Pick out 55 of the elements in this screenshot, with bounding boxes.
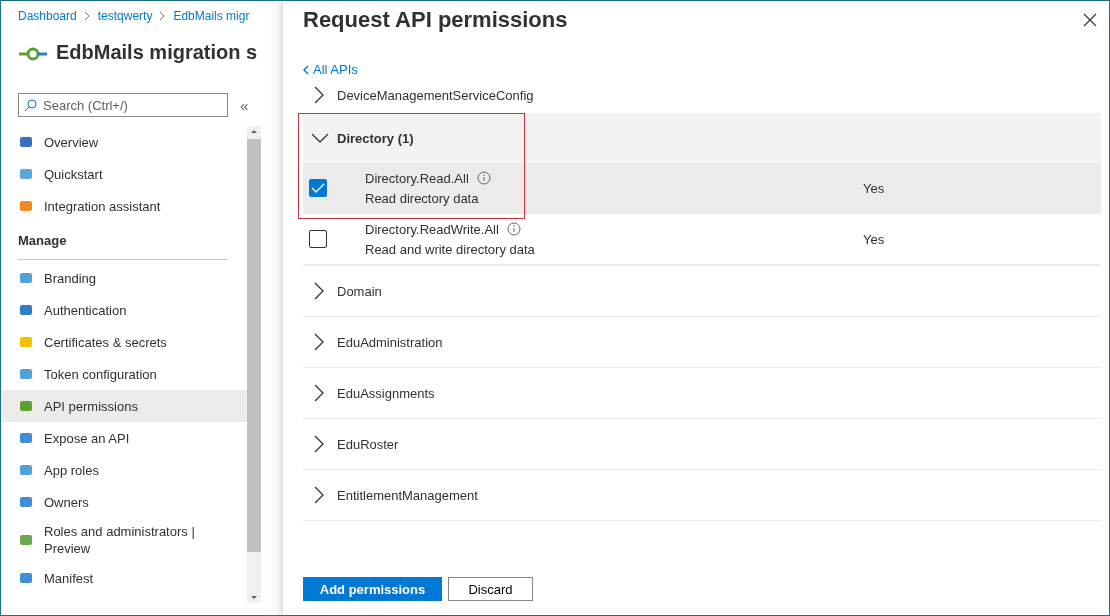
- chevron-right-icon: [313, 86, 325, 104]
- nav-item[interactable]: Authentication: [1, 294, 247, 326]
- chevron-down-icon: [311, 132, 329, 144]
- chevron-right-icon: [313, 435, 325, 453]
- info-icon[interactable]: [506, 222, 521, 236]
- breadcrumb-link[interactable]: EdbMails migr: [173, 9, 250, 23]
- nav-item[interactable]: App roles: [1, 454, 247, 486]
- add-permissions-button[interactable]: Add permissions: [303, 577, 442, 601]
- scroll-up-icon[interactable]: [250, 129, 258, 134]
- app-title: EdbMails migration s: [56, 40, 258, 64]
- back-link[interactable]: All APIs: [303, 62, 1109, 77]
- permission-description: Read and write directory data: [365, 241, 536, 257]
- discard-button[interactable]: Discard: [448, 577, 533, 601]
- group-header[interactable]: EduAssignments: [303, 368, 1101, 418]
- chevron-right-icon: [313, 333, 325, 351]
- chevron-icon: [159, 11, 167, 21]
- checkbox[interactable]: [309, 179, 327, 197]
- group-header[interactable]: EduAdministration: [303, 317, 1101, 367]
- checkbox[interactable]: [309, 230, 327, 248]
- nav-item[interactable]: API permissions: [1, 390, 247, 422]
- nav-item[interactable]: Manifest: [1, 562, 247, 594]
- group-header[interactable]: DeviceManagementServiceConfig: [303, 77, 1101, 113]
- admin-consent-value: Yes: [863, 180, 885, 196]
- nav-item[interactable]: Overview: [1, 126, 247, 158]
- permission-name: Directory.ReadWrite.All: [365, 221, 499, 237]
- permission-description: Read directory data: [365, 190, 480, 206]
- search-icon: [24, 99, 37, 112]
- search-field[interactable]: Search (Ctrl+/): [18, 93, 228, 117]
- permission-name: Directory.Read.All: [365, 170, 469, 186]
- nav-item[interactable]: Expose an API: [1, 422, 247, 454]
- group-header[interactable]: Directory (1): [303, 113, 1101, 163]
- panel-title: Request API permissions: [303, 7, 568, 34]
- scroll-down-icon[interactable]: [250, 595, 258, 600]
- group-header[interactable]: EntitlementManagement: [303, 470, 1101, 520]
- nav-item[interactable]: Quickstart: [1, 158, 247, 190]
- chevron-right-icon: [313, 384, 325, 402]
- scrollbar[interactable]: [247, 126, 261, 603]
- nav-item[interactable]: Branding: [1, 262, 247, 294]
- nav-item[interactable]: Certificates & secrets: [1, 326, 247, 358]
- group-header[interactable]: Domain: [303, 266, 1101, 316]
- chevron-left-icon: [303, 64, 310, 75]
- chevron-icon: [83, 11, 91, 21]
- chevron-right-icon: [313, 486, 325, 504]
- nav-item[interactable]: Token configuration: [1, 358, 247, 390]
- section-header: Manage: [18, 222, 227, 260]
- chevron-right-icon: [313, 282, 325, 300]
- group-header[interactable]: EduRoster: [303, 419, 1101, 469]
- breadcrumb-link[interactable]: Dashboard: [18, 9, 77, 23]
- admin-consent-value: Yes: [863, 231, 885, 247]
- nav-item[interactable]: Integration assistant: [1, 190, 247, 222]
- breadcrumb-link[interactable]: testqwerty: [97, 9, 153, 23]
- nav-item[interactable]: Owners: [1, 486, 247, 518]
- nav-item[interactable]: Roles and administrators | Preview: [1, 518, 247, 562]
- info-icon[interactable]: [476, 171, 491, 185]
- collapse-button[interactable]: «: [240, 96, 249, 114]
